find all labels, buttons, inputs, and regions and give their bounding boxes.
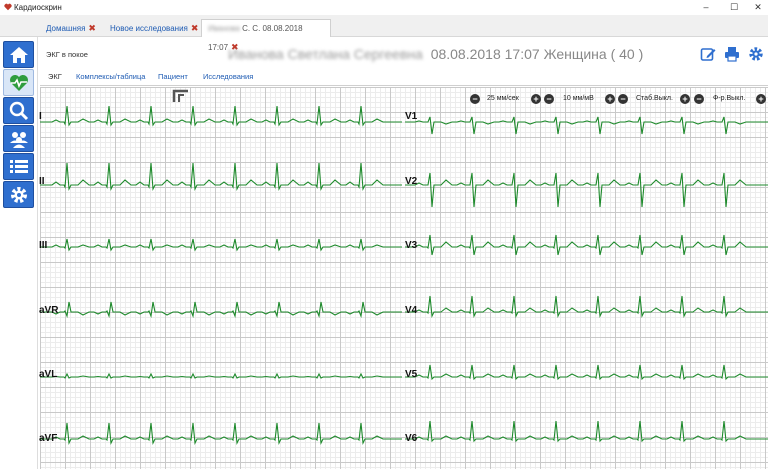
lead-label-i: I: [39, 111, 42, 122]
tab-current-study[interactable]: Иванова С. С. 08.08.2018 17:07 ✖: [201, 19, 331, 52]
amplitude-increase-button[interactable]: +: [605, 94, 615, 104]
sidebar-item-settings[interactable]: [3, 181, 34, 208]
lead-label-v5: V5: [405, 369, 418, 380]
home-icon: [10, 47, 28, 63]
study-subtabs: ЭКГ в покое ЭКГ Комплексы/таблица Пациен…: [40, 50, 768, 86]
ecg-trace: [40, 422, 402, 445]
lead-label-v1: V1: [405, 111, 418, 122]
close-window-button[interactable]: ✕: [746, 0, 768, 15]
ecg-trace: [405, 420, 768, 443]
patient-details: 08.08.2018 17:07 Женщина ( 40 ): [430, 46, 644, 62]
lead-label-avl: aVL: [39, 369, 58, 380]
lead-label-v3: V3: [405, 240, 418, 251]
lead-label-ii: II: [39, 176, 45, 187]
heart-pulse-icon: [10, 75, 28, 91]
sidebar-item-home[interactable]: [3, 41, 34, 68]
ecg-traces: [40, 105, 768, 445]
list-icon: [10, 160, 28, 173]
sidebar-item-list[interactable]: [3, 153, 34, 180]
ecg-trace: [405, 364, 768, 381]
ecg-trace: [405, 116, 768, 135]
minimize-button[interactable]: –: [694, 0, 718, 15]
tab-label: Новое исследования: [110, 24, 188, 33]
print-icon[interactable]: [724, 46, 740, 62]
tab-studies[interactable]: Исследования: [203, 72, 253, 81]
patient-info: Иванова Светлана Сергеевна 08.08.2018 17…: [228, 46, 643, 62]
filter-decrease-button[interactable]: −: [694, 94, 704, 104]
patient-name: Иванова Светлана Сергеевна: [228, 46, 423, 62]
document-tabs: Домашняя ✖ Новое исследования ✖ Иванова С.…: [0, 15, 768, 52]
tab-label-blurred: Иванова: [208, 24, 240, 33]
close-tab-icon[interactable]: ✖: [88, 23, 96, 33]
calibration-marker: [172, 89, 188, 102]
amplitude-value: 10 мм/мВ: [563, 95, 594, 102]
window-title: Кардиоскрин: [14, 3, 62, 12]
close-tab-icon[interactable]: ✖: [191, 23, 199, 33]
lead-label-iii: III: [39, 240, 48, 251]
sidebar: [0, 37, 38, 469]
filter-increase-button[interactable]: +: [756, 94, 766, 104]
maximize-button[interactable]: ☐: [722, 0, 746, 15]
sidebar-item-search[interactable]: [3, 97, 34, 124]
users-icon: [10, 132, 28, 148]
ecg-trace: [40, 372, 402, 379]
tab-patient[interactable]: Пациент: [158, 72, 188, 81]
settings-icon[interactable]: [748, 46, 764, 62]
tab-home[interactable]: Домашняя ✖: [40, 19, 96, 37]
tab-complexes-table[interactable]: Комплексы/таблица: [76, 72, 145, 81]
tab-new-study[interactable]: Новое исследования ✖: [104, 19, 198, 37]
tab-label: Домашняя: [46, 24, 86, 33]
gear-icon: [11, 187, 27, 203]
heart-logo-icon: [4, 3, 12, 13]
sidebar-item-ecg[interactable]: [3, 69, 34, 96]
sidebar-item-patients[interactable]: [3, 125, 34, 152]
speed-increase-button[interactable]: +: [531, 94, 541, 104]
lead-label-v6: V6: [405, 433, 418, 444]
ecg-trace: [405, 295, 768, 318]
study-type-label: ЭКГ в покое: [46, 50, 88, 59]
tab-ecg[interactable]: ЭКГ: [48, 72, 62, 81]
ecg-trace: [40, 301, 402, 319]
stabilization-value: Стаб.Выкл.: [636, 95, 673, 102]
search-icon: [9, 101, 29, 121]
lead-label-avf: aVF: [39, 433, 58, 444]
lead-label-v4: V4: [405, 305, 418, 316]
filter-value: Ф-р.Выкл.: [713, 95, 746, 102]
speed-decrease-button[interactable]: −: [470, 94, 480, 104]
amplitude-decrease-button-2[interactable]: −: [618, 94, 628, 104]
patient-header: Иванова Светлана Сергеевна 08.08.2018 17…: [40, 40, 768, 68]
stabilization-increase-button[interactable]: +: [680, 94, 690, 104]
amplitude-decrease-button[interactable]: −: [544, 94, 554, 104]
lead-label-avr: aVR: [39, 305, 59, 316]
ecg-trace: [405, 172, 768, 208]
speed-value: 25 мм/сек: [487, 95, 519, 102]
lead-label-v2: V2: [405, 176, 418, 187]
ecg-trace: [405, 234, 768, 256]
ecg-trace: [40, 238, 402, 252]
ecg-trace: [40, 105, 402, 127]
title-bar: Кардиоскрин – ☐ ✕: [0, 0, 768, 15]
edit-icon[interactable]: [700, 46, 716, 62]
ecg-trace: [40, 162, 402, 192]
